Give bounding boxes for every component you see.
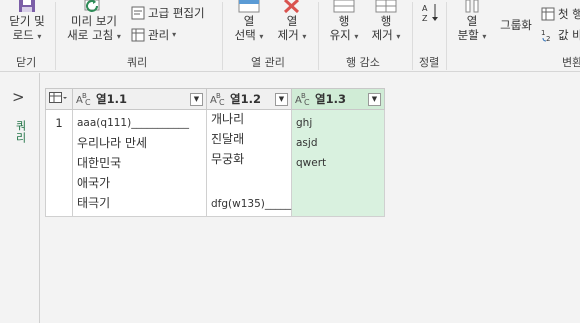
remove-columns-icon <box>283 0 300 14</box>
svg-text:1: 1 <box>541 29 545 37</box>
svg-text:2: 2 <box>546 35 550 42</box>
replace-values-button[interactable]: 1 2 값 바 <box>541 28 580 42</box>
expand-queries-chevron-icon[interactable]: > <box>12 88 25 106</box>
manage-icon <box>131 28 145 42</box>
cell-line: 애국가 <box>77 176 111 190</box>
close-load-icon <box>19 0 35 12</box>
cell-line: ghj <box>296 117 313 129</box>
column-header-2[interactable]: ABC 열1.2 ▼ <box>206 88 292 110</box>
column-header-3[interactable]: ABC 열1.3 ▼ <box>291 88 385 110</box>
cell-col2[interactable]: 개나리 진달래 무궁화 dfg(w135)_____ <box>206 109 292 217</box>
table-menu-button[interactable] <box>45 88 73 110</box>
group-label-sort: 정렬 <box>419 56 440 69</box>
cell-line: 개나리 <box>211 112 245 126</box>
remove-rows-icon <box>375 0 397 13</box>
row-number: 1 <box>45 109 73 217</box>
text-type-icon[interactable]: ABC <box>295 92 311 107</box>
cell-line: 우리나라 만세 <box>77 136 148 150</box>
remove-rows-button[interactable]: 행 제거 ▾ <box>366 0 406 44</box>
cell-line: qwert <box>296 157 327 169</box>
cell-col1[interactable]: aaa(q111)___________ 우리나라 만세 대한민국 애국가 태극… <box>72 109 207 217</box>
split-column-button[interactable]: 열 분할 ▾ <box>452 0 492 44</box>
table-icon <box>49 91 67 103</box>
ribbon: 닫기 및 로드 ▾ 닫기 미리 보기 새로 고침 ▾ 고급 편집기 관리 ▾ 쿼… <box>0 0 580 72</box>
column-filter-dropdown-icon[interactable]: ▼ <box>368 93 381 106</box>
queries-pane-label: 쿼리 <box>14 120 27 144</box>
advanced-editor-icon <box>131 6 145 20</box>
cell-line: dfg(w135)_____ <box>211 198 292 210</box>
replace-values-icon: 1 2 <box>541 29 550 42</box>
choose-columns-icon <box>238 0 260 13</box>
sort-az-button[interactable]: A Z <box>420 2 442 24</box>
keep-rows-icon <box>333 0 355 13</box>
cell-line: asjd <box>296 137 318 149</box>
column-filter-dropdown-icon[interactable]: ▼ <box>275 93 288 106</box>
data-grid: ABC 열1.1 ▼ ABC 열1.2 ▼ ABC 열1.3 ▼ 1 aaa(q… <box>45 88 385 217</box>
group-label-transform: 변환 <box>562 56 580 69</box>
first-row-header-icon <box>541 7 555 21</box>
column-filter-dropdown-icon[interactable]: ▼ <box>190 93 203 106</box>
manage-button[interactable]: 관리 ▾ <box>131 28 176 42</box>
text-type-icon[interactable]: ABC <box>76 92 92 107</box>
close-and-load-button[interactable]: 닫기 및 로드 ▾ <box>4 0 50 44</box>
svg-text:A: A <box>422 4 428 13</box>
preview-refresh-button[interactable]: 미리 보기 새로 고침 ▾ <box>62 0 126 44</box>
group-label-query: 쿼리 <box>127 56 148 69</box>
text-type-icon[interactable]: ABC <box>210 92 226 107</box>
remove-columns-button[interactable]: 열 제거 ▾ <box>272 0 312 44</box>
sort-az-icon: A Z <box>422 4 438 23</box>
group-label-close: 닫기 <box>16 56 37 69</box>
queries-pane <box>0 73 40 323</box>
cell-col3[interactable]: ghj asjd qwert <box>291 109 385 217</box>
cell-line: 태극기 <box>77 196 111 210</box>
svg-text:Z: Z <box>422 14 428 23</box>
refresh-icon <box>84 0 100 12</box>
column-header-1[interactable]: ABC 열1.1 ▼ <box>72 88 207 110</box>
split-column-icon <box>465 0 479 13</box>
cell-line: 진달래 <box>211 132 245 146</box>
group-label-columns: 열 관리 <box>251 56 285 69</box>
table-row: 1 aaa(q111)___________ 우리나라 만세 대한민국 애국가 … <box>45 109 385 217</box>
cell-line: 무궁화 <box>211 152 245 166</box>
cell-line: 대한민국 <box>77 156 122 170</box>
cell-line: aaa(q111)___________ <box>77 117 189 129</box>
use-first-row-button[interactable]: 첫 행 <box>541 7 580 21</box>
keep-rows-button[interactable]: 행 유지 ▾ <box>324 0 364 44</box>
group-label-rows: 행 감소 <box>346 56 380 69</box>
choose-columns-button[interactable]: 열 선택 ▾ <box>229 0 269 44</box>
advanced-editor-button[interactable]: 고급 편집기 <box>131 6 205 20</box>
group-by-button[interactable]: 그룹화 <box>496 18 536 32</box>
